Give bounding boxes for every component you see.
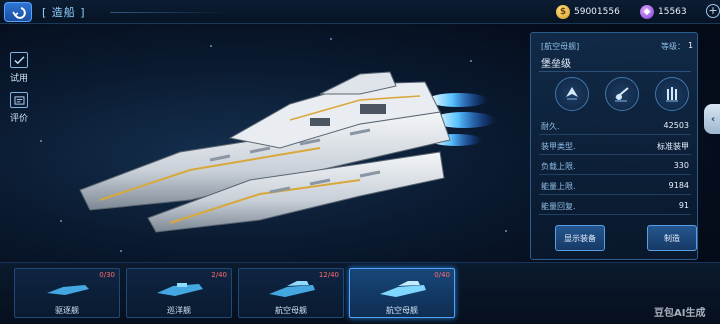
tab-label: 航空母舰 — [275, 306, 307, 315]
destroyer-icon — [47, 285, 89, 295]
level-label: 等级： — [661, 42, 685, 51]
review-button[interactable]: 评价 — [6, 92, 32, 124]
collapse-panel-tab[interactable]: ‹ — [704, 104, 720, 134]
ship-class-label: [航空母舰] — [541, 42, 580, 51]
tab-carrier-selected[interactable]: 0/40 航空母舰 — [349, 268, 455, 318]
cruiser-icon — [157, 283, 203, 296]
stat-row-load-limit: 负载上限. 330 — [539, 157, 691, 175]
tab-count: 0/30 — [99, 271, 115, 279]
stat-row-durability: 耐久. 42503 — [539, 117, 691, 135]
stat-row-energy-limit: 能量上限. 9184 — [539, 177, 691, 195]
build-button[interactable]: 制造 — [647, 225, 697, 251]
tab-carrier[interactable]: 12/40 航空母舰 — [238, 268, 344, 318]
title-divider — [110, 12, 230, 13]
game-scene: [ 造船 ] $ 59001556 ◆ 15563 + 试用 评价 [航空母舰]… — [0, 0, 720, 324]
trial-label: 试用 — [9, 74, 28, 84]
gem-amount: 15563 — [658, 7, 687, 17]
star — [330, 38, 332, 40]
gold-currency: $ 59001556 — [556, 3, 620, 21]
star — [210, 45, 212, 47]
carrier-ship-model — [79, 71, 496, 233]
panel-divider — [539, 71, 691, 72]
stat-value: 330 — [673, 161, 689, 170]
top-bar: [ 造船 ] $ 59001556 ◆ 15563 + — [0, 0, 720, 24]
review-icon — [10, 92, 28, 108]
stat-row-armor-type: 装甲类型. 标准装甲 — [539, 137, 691, 155]
level-value: 1 — [688, 41, 694, 50]
gem-icon: ◆ — [640, 5, 654, 19]
ship-info-panel: [航空母舰] 等级： 1 堡垒级 耐久. 42503 装甲类型. 标准装甲 负载… — [530, 32, 698, 260]
stat-label: 耐久. — [541, 122, 560, 131]
star — [505, 230, 507, 232]
carrier-icon — [380, 281, 426, 297]
stat-value: 9184 — [668, 181, 689, 190]
carrier-icon — [269, 281, 315, 297]
trial-button[interactable]: 试用 — [6, 52, 32, 84]
watermark: 豆包AI生成 — [654, 308, 706, 319]
tab-cruiser[interactable]: 2/40 巡洋舰 — [126, 268, 232, 318]
stat-value: 91 — [678, 201, 689, 210]
review-label: 评价 — [9, 114, 28, 124]
stat-label: 负载上限. — [541, 162, 576, 171]
tab-count: 0/40 — [434, 271, 450, 279]
show-equipment-button[interactable]: 显示装备 — [555, 225, 605, 251]
stat-row-energy-regen: 能量回复. 91 — [539, 197, 691, 215]
tab-label: 驱逐舰 — [55, 306, 79, 315]
gem-currency: ◆ 15563 — [640, 3, 687, 21]
back-button[interactable] — [4, 2, 32, 22]
back-arrow-icon — [12, 7, 26, 19]
skill-fighter-icon[interactable] — [555, 77, 589, 111]
tab-label: 巡洋舰 — [167, 306, 191, 315]
checkbox-icon — [10, 52, 28, 68]
stat-value: 标准装甲 — [657, 142, 689, 151]
gold-amount: 59001556 — [574, 7, 620, 17]
skill-turret-icon[interactable] — [605, 77, 639, 111]
star — [120, 250, 122, 252]
stat-label: 能量回复. — [541, 202, 576, 211]
page-title: [ 造船 ] — [42, 6, 86, 19]
chevron-left-icon: ‹ — [710, 113, 716, 125]
tab-count: 12/40 — [318, 271, 339, 279]
stat-value: 42503 — [663, 121, 689, 130]
gold-coin-icon: $ — [556, 5, 570, 19]
stats-list[interactable]: 耐久. 42503 装甲类型. 标准装甲 负载上限. 330 能量上限. 918… — [531, 117, 699, 217]
stat-label: 能量上限. — [541, 182, 576, 191]
tab-label: 航空母舰 — [386, 306, 418, 315]
ship-name: 堡垒级 — [541, 59, 571, 70]
add-currency-button[interactable]: + — [706, 4, 720, 18]
stat-label: 装甲类型. — [541, 142, 576, 151]
skill-missile-icon[interactable] — [655, 77, 689, 111]
tab-destroyer[interactable]: 0/30 驱逐舰 — [14, 268, 120, 318]
tab-count: 2/40 — [211, 271, 227, 279]
star — [40, 140, 42, 142]
